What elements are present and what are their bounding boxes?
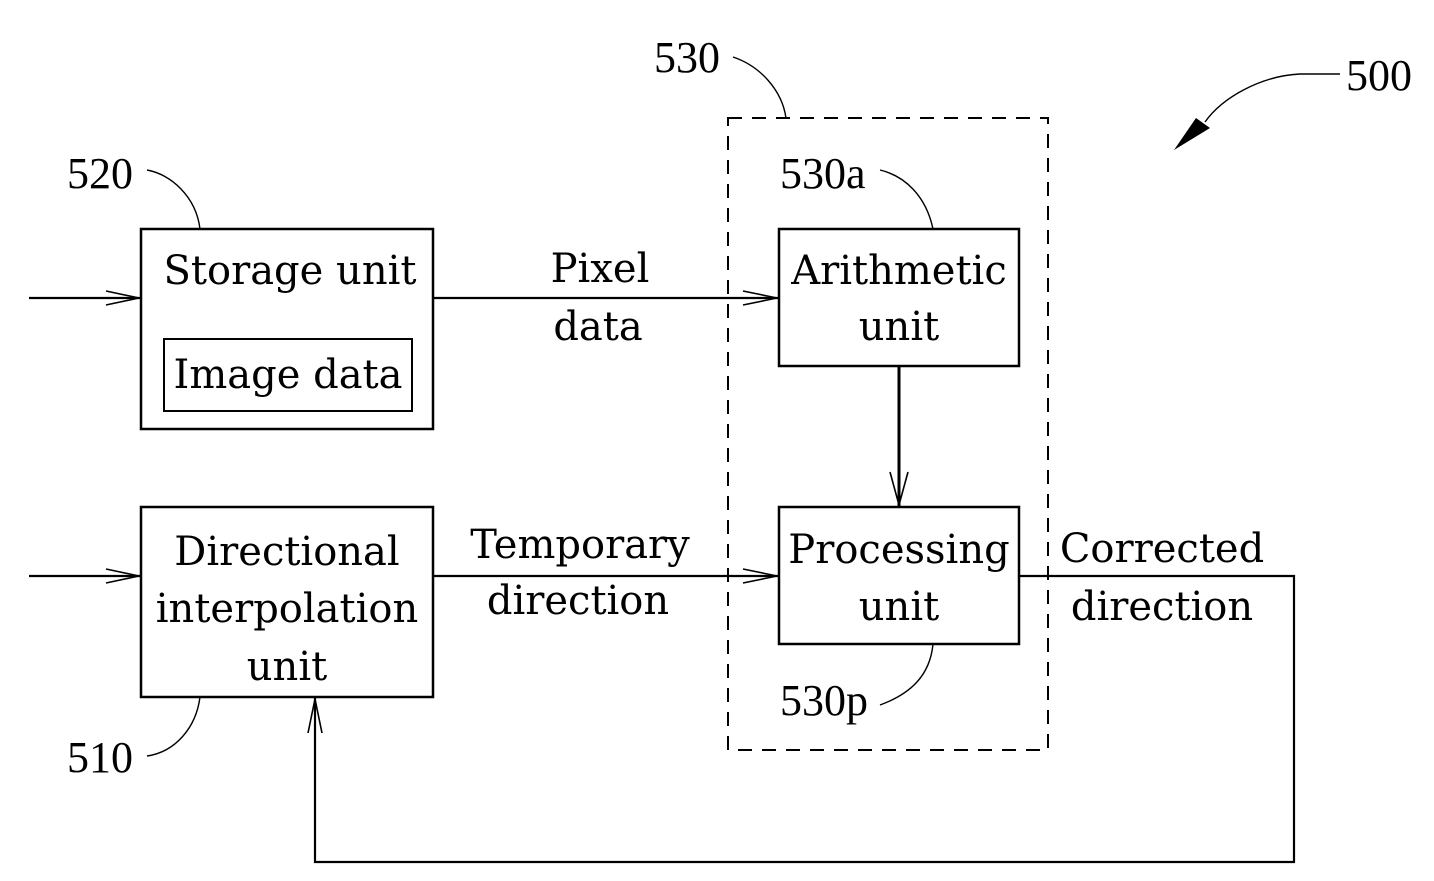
group-reference-label: 530 — [654, 33, 720, 82]
temporary-direction-label-line-1: Temporary — [470, 522, 690, 568]
pixel-data-label-line-1: Pixel — [551, 246, 650, 292]
storage-input-arrow — [29, 290, 141, 306]
processing-unit-reference: 530p — [780, 676, 868, 725]
interpolation-unit-reference: 510 — [67, 733, 133, 782]
interpolation-unit-line-3: unit — [247, 644, 327, 690]
interpolation-unit-line-2: interpolation — [156, 586, 418, 632]
storage-unit-label: Storage unit — [164, 248, 417, 294]
group-boundary — [727, 117, 1049, 751]
corrected-direction-label-line-2: direction — [1071, 584, 1253, 630]
arithmetic-unit-block: Arithmetic unit 530a — [777, 149, 1021, 368]
processing-unit-line-2: unit — [859, 584, 939, 630]
pixel-data-label-line-2: data — [553, 304, 642, 350]
group-reference-leader — [732, 56, 787, 119]
temporary-direction-label-line-2: direction — [487, 578, 669, 624]
storage-unit-reference: 520 — [67, 149, 133, 198]
corrected-direction-label-line-1: Corrected — [1060, 526, 1264, 572]
arithmetic-unit-reference: 530a — [780, 149, 866, 198]
interpolation-unit-block: Directional interpolation unit 510 — [67, 505, 435, 782]
processing-unit-block: Processing unit 530p — [777, 505, 1021, 725]
processing-unit-line-1: Processing — [788, 527, 1009, 573]
arithmetic-to-processing-arrow — [889, 366, 909, 509]
figure-reference-label: 500 — [1346, 51, 1412, 100]
interpolation-input-arrow — [29, 568, 141, 584]
block-diagram: 500 530 Storage unit Image data 520 Dire… — [29, 33, 1412, 864]
figure-reference: 500 — [1174, 51, 1412, 150]
storage-unit-block: Storage unit Image data 520 — [67, 149, 435, 431]
storage-unit-leader — [146, 169, 201, 230]
figure-reference-leader — [1204, 73, 1340, 123]
figure-reference-arrowhead-icon — [1174, 118, 1210, 150]
arithmetic-unit-line-1: Arithmetic — [790, 248, 1007, 294]
interpolation-unit-leader — [146, 696, 201, 757]
arithmetic-unit-line-2: unit — [859, 304, 939, 350]
processing-unit-leader — [879, 643, 934, 706]
image-data-label: Image data — [174, 352, 403, 398]
interpolation-unit-line-1: Directional — [174, 529, 399, 575]
arithmetic-unit-leader — [879, 169, 934, 230]
